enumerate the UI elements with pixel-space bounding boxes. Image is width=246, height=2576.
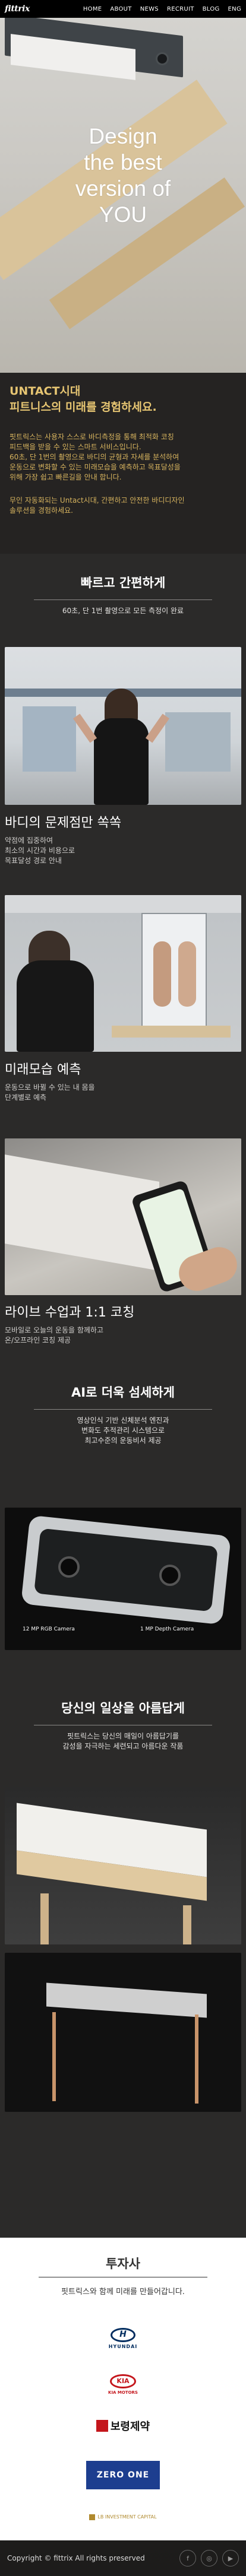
logo[interactable]: fittrix (5, 4, 30, 14)
mirror-body-avatar-2 (178, 941, 196, 1007)
nav-item-home[interactable]: HOME (83, 6, 102, 12)
partner-name: 보령제약 (110, 2420, 150, 2433)
investor-title: 투자사 (106, 2257, 140, 2271)
feature-3-desc: 모바일로 오늘의 운동을 함께하고 온/오프라인 코칭 제공 (5, 1326, 104, 1344)
feature-2-title: 미래모습 예측 (5, 1062, 81, 1077)
nav-item-about[interactable]: ABOUT (110, 6, 131, 12)
intro-section: UNTACT시대 피트니스의 미래를 경험하세요. 핏트릭스는 사용자 스스로 … (0, 373, 246, 554)
camera-label-depth: 1 MP Depth Camera (140, 1626, 194, 1632)
life-section-header: 당신의 일상을 아름답게 핏트릭스는 당신의 매일이 아름답기를 감성을 자극하… (0, 1699, 246, 1752)
depth-camera-lens (159, 1565, 181, 1586)
intro-heading-2: 피트니스의 미래를 경험하세요. (10, 401, 157, 414)
intro-heading-1: UNTACT시대 (10, 385, 81, 398)
social-links: f ◎ ▶ (179, 2550, 239, 2567)
partner-logo-lb: LB INVESTMENT CAPITAL (0, 2511, 246, 2522)
hero-banner: Design the best version of YOU (0, 18, 246, 373)
ai-section-subtitle: 영상인식 기반 신체분석 엔진과 변화도 추적관리 시스템으로 최고수준의 운동… (77, 1416, 169, 1445)
nav-item-news[interactable]: NEWS (140, 6, 159, 12)
feature-1-title: 바디의 문제점만 쏙쏙 (5, 816, 122, 830)
stand-leg-glow-1 (52, 2012, 56, 2101)
smart-mirror (141, 913, 207, 1032)
page: fittrix HOME ABOUT NEWS RECRUIT BLOG ENG… (0, 0, 246, 2576)
divider (34, 1409, 212, 1410)
intro-body-1: 핏트릭스는 사용자 스스로 바디측정을 통해 최적화 코칭 피드백을 받을 수 … (10, 433, 181, 481)
fast-section-subtitle: 60초, 단 1번 촬영으로 모든 측정이 완료 (62, 607, 184, 615)
person-arm-left (72, 713, 97, 743)
life-section-title: 당신의 일상을 아름답게 (61, 1701, 185, 1715)
mirror-body-avatar-1 (153, 941, 171, 1007)
feature-1-desc: 약점에 집중하여 최소의 시간과 비용으로 목표달성 경로 안내 (5, 836, 75, 865)
youtube-icon[interactable]: ▶ (222, 2550, 239, 2567)
partner-logo-hyundai: H HYUNDAI (0, 2328, 246, 2349)
footer: Copyright © fittrix All rights preserved… (0, 2540, 246, 2576)
ai-section-header: AI로 더욱 섬세하게 영상인식 기반 신체분석 엔진과 변화도 추적관리 시스… (0, 1383, 246, 1446)
top-nav: fittrix HOME ABOUT NEWS RECRUIT BLOG ENG (0, 0, 246, 18)
divider (34, 599, 212, 600)
nav-item-recruit[interactable]: RECRUIT (167, 6, 194, 12)
copyright-text: Copyright © fittrix All rights preserved (7, 2554, 145, 2562)
feature-2-desc: 운동으로 바뀔 수 있는 내 몸을 단계별로 예측 (5, 1083, 95, 1102)
body-measure-photo (5, 647, 241, 805)
partner-name: HYUNDAI (108, 2344, 138, 2349)
intro-body-2: 무인 자동화되는 Untact시대, 간편하고 안전한 바디디자인 솔루션을 경… (10, 496, 185, 515)
life-section-subtitle: 핏트릭스는 당신의 매일이 아름답기를 감성을 자극하는 세련되고 아름다운 작… (62, 1732, 184, 1750)
device-night-photo (5, 1953, 241, 2112)
person-body (94, 718, 149, 805)
instagram-icon[interactable]: ◎ (201, 2550, 217, 2567)
stand-leg-1 (40, 1893, 49, 1944)
fast-section-header: 빠르고 간편하게 60초, 단 1번 촬영으로 모든 측정이 완료 (0, 573, 246, 616)
rgb-camera-lens (58, 1556, 80, 1578)
kia-oval-icon: KIA (110, 2374, 136, 2388)
fittrix-device-top (46, 1982, 207, 2018)
nav-menu: HOME ABOUT NEWS RECRUIT BLOG ENG (83, 6, 241, 12)
investor-section: 투자사 핏트릭스와 함께 미래를 만들어갑니다. H HYUNDAI KIA K… (0, 2238, 246, 2540)
photo-table (112, 1026, 231, 1038)
partner-logo-boryung: 보령제약 (0, 2418, 246, 2434)
hyundai-h-icon: H (111, 2328, 135, 2342)
boryung-mark-icon (96, 2420, 108, 2432)
partner-logo-zeroone: ZERO ONE (0, 2461, 246, 2489)
camera-module-photo: 12 MP RGB Camera 1 MP Depth Camera (5, 1508, 241, 1650)
stand-leg-2 (183, 1905, 191, 1944)
live-coaching-photo (5, 1138, 241, 1295)
stand-leg-glow-2 (195, 2015, 198, 2104)
camera-label-rgb: 12 MP RGB Camera (23, 1626, 75, 1632)
person-body (17, 960, 94, 1052)
photo-ceiling (5, 895, 241, 913)
camera-lens-image (156, 52, 169, 65)
future-prediction-photo (5, 895, 241, 1052)
nav-item-eng[interactable]: ENG (228, 6, 241, 12)
photo-equipment (23, 706, 76, 772)
feature-3-title: 라이브 수업과 1:1 코칭 (5, 1305, 135, 1320)
nav-item-blog[interactable]: BLOG (203, 6, 220, 12)
facebook-icon[interactable]: f (179, 2550, 196, 2567)
investor-subtitle: 핏트릭스와 함께 미래를 만들어갑니다. (61, 2288, 185, 2296)
partner-logo-kia: KIA KIA MOTORS (0, 2374, 246, 2395)
partner-name: ZERO ONE (86, 2461, 160, 2489)
fast-section-title: 빠르고 간편하게 (80, 576, 166, 590)
hero-title: Design the best version of YOU (75, 124, 171, 227)
partner-name: LB INVESTMENT CAPITAL (97, 2514, 157, 2520)
partner-name: KIA MOTORS (108, 2390, 138, 2395)
lb-mark-icon (89, 2514, 96, 2520)
photo-equipment-2 (165, 712, 231, 772)
ai-section-title: AI로 더욱 섬세하게 (71, 1385, 175, 1400)
device-table-photo (5, 1787, 241, 1944)
